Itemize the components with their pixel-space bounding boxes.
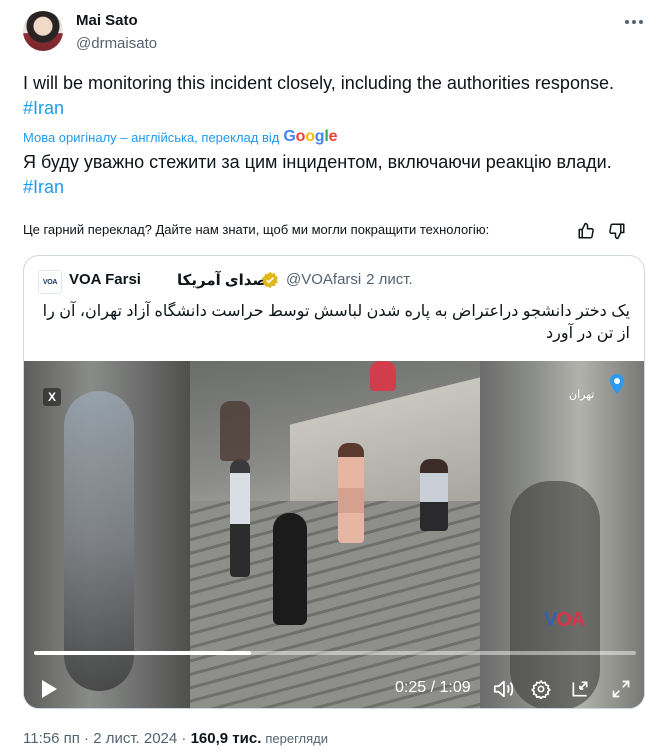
thumbs-down-icon [609,223,625,240]
video-progress-bar[interactable] [34,651,636,655]
hashtag-link[interactable]: #Iran [23,98,64,118]
tweet-body: I will be monitoring this incident close… [23,73,614,93]
scene-person [420,459,448,531]
play-icon [42,680,57,698]
video-blur-left [24,361,190,708]
scene-person [230,459,250,577]
volume-icon [493,680,514,698]
quoted-tweet[interactable]: VOA VOA Farsi صدای آمریکا @VOAfarsi · 2 … [23,255,645,709]
translated-body: Я буду уважно стежити за цим інцидентом,… [23,152,612,172]
miniplayer-icon [572,681,588,697]
verified-badge-icon [262,271,278,289]
video-time-readout: 0:25 / 1:09 [395,679,471,696]
settings-icon [531,679,551,699]
thumbs-down-button[interactable] [606,221,628,241]
tweet-time[interactable]: 11:56 пп [23,730,80,747]
fullscreen-button[interactable] [609,677,633,701]
more-options-button[interactable] [620,10,648,34]
voa-watermark-v: V [544,609,557,631]
thumbs-up-button[interactable] [575,221,597,241]
tweet-text: I will be monitoring this incident close… [23,71,643,121]
translation-note-text: Мова оригіналу – англійська, переклад ві… [23,129,280,145]
tweet-date[interactable]: 2 лист. 2024 [93,730,177,747]
quoted-text: یک دختر دانشجو دراعتراض به پاره شدن لباس… [42,303,630,342]
meta-separator: · [79,730,94,747]
volume-button[interactable] [491,677,515,701]
voa-watermark-oa: OA [556,609,585,631]
author-name[interactable]: Mai Sato [76,12,138,29]
location-pin-icon [610,374,624,394]
quoted-timestamp[interactable]: · 2 лист. [357,271,413,288]
google-logo-g: G [283,128,296,145]
settings-button[interactable] [529,677,553,701]
author-handle[interactable]: @drmaisato [76,35,157,52]
translated-text: Я буду уважно стежити за цим інцидентом,… [23,150,653,200]
tweet-meta: 11:56 пп · 2 лист. 2024 · 160,9 тис. пер… [23,730,328,747]
video-blur-right [480,361,644,708]
more-horizontal-icon [625,20,643,24]
x-logo-badge: X [43,388,61,406]
play-button[interactable] [38,677,60,701]
quoted-author-handle[interactable]: @VOAfarsi [286,271,361,288]
views-label: перегляди [265,731,329,746]
quoted-avatar[interactable]: VOA [38,270,62,294]
video-progress-fill [34,651,251,655]
author-avatar[interactable] [23,11,63,51]
translation-note: Мова оригіналу – англійська, переклад ві… [23,128,338,146]
quoted-author-name-fa[interactable]: صدای آمریکا [177,271,267,289]
miniplayer-button[interactable] [568,677,592,701]
thumbs-up-icon [578,222,594,239]
fullscreen-icon [612,680,630,698]
scene-person [220,401,250,461]
scene-person [273,513,307,625]
views-count[interactable]: 160,9 тис. [191,730,262,747]
feedback-prompt: Це гарний переклад? Дайте нам знати, щоб… [23,222,490,237]
translation-feedback: Це гарний переклад? Дайте нам знати, щоб… [23,222,489,237]
meta-separator: · [177,730,191,747]
tweet: Mai Sato @drmaisato I will be monitoring… [0,0,669,754]
quoted-author-name[interactable]: VOA Farsi [69,271,141,288]
translated-hashtag-link[interactable]: #Iran [23,177,64,197]
scene-person [338,443,364,543]
video-player[interactable]: X تهران VOA 0:25 / 1:09 [24,361,644,708]
video-frame [190,361,480,708]
scene-person [370,361,396,391]
voa-watermark: VOA [544,609,585,632]
city-label: تهران [569,389,595,401]
google-logo: Google [283,128,338,145]
